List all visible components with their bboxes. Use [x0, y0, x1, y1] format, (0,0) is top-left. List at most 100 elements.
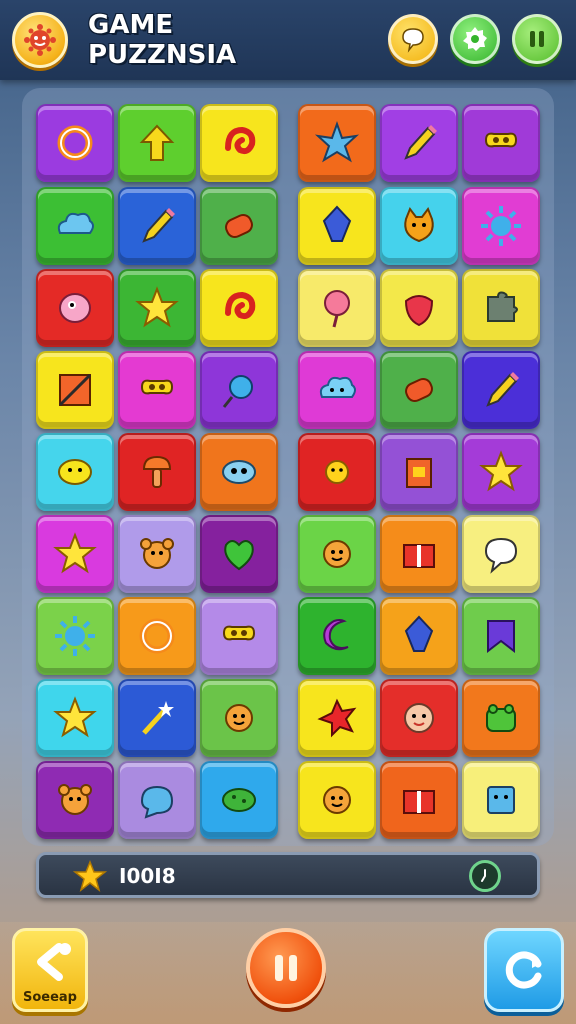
game-tile[interactable] — [462, 679, 540, 757]
splat-icon — [317, 698, 357, 738]
pickle-icon — [222, 788, 256, 812]
star-icon — [73, 860, 107, 892]
game-tile[interactable] — [36, 761, 114, 839]
pencil-icon — [404, 125, 437, 160]
game-tile[interactable] — [462, 761, 540, 839]
pause-button[interactable] — [512, 14, 562, 64]
game-tile[interactable] — [298, 104, 376, 182]
cloud-icon — [57, 212, 94, 234]
game-tile[interactable] — [298, 351, 376, 429]
chat-button[interactable] — [388, 14, 438, 64]
back-label: Soeeap — [22, 990, 77, 1005]
top-bar: GAME PUZZNSIA — [0, 0, 576, 80]
back-arrow-icon — [37, 943, 71, 981]
game-tile[interactable] — [380, 761, 458, 839]
sun-creature-icon[interactable] — [12, 12, 68, 68]
pencil-icon — [486, 372, 519, 407]
game-tile[interactable] — [200, 433, 278, 511]
game-tile[interactable] — [118, 269, 196, 347]
game-tile[interactable] — [380, 679, 458, 757]
game-tile[interactable] — [462, 351, 540, 429]
square-face-icon — [487, 786, 515, 814]
game-tile[interactable] — [36, 433, 114, 511]
game-tile[interactable] — [380, 104, 458, 182]
notebook-icon — [58, 373, 92, 407]
game-tile[interactable] — [298, 187, 376, 265]
game-tile[interactable] — [200, 597, 278, 675]
speech-bubble-icon — [402, 28, 424, 53]
game-tile[interactable] — [118, 597, 196, 675]
game-tile[interactable] — [380, 187, 458, 265]
settings-button[interactable] — [450, 14, 500, 64]
game-tile[interactable] — [380, 597, 458, 675]
game-tile[interactable] — [298, 515, 376, 593]
game-tile[interactable] — [298, 679, 376, 757]
game-tile[interactable] — [118, 433, 196, 511]
balloon-face-icon — [324, 290, 350, 328]
game-tile[interactable] — [118, 351, 196, 429]
crystal-icon — [404, 615, 434, 652]
gear-icon — [463, 27, 487, 51]
candy-icon — [405, 377, 433, 403]
game-tile[interactable] — [36, 597, 114, 675]
game-tile[interactable] — [200, 351, 278, 429]
back-button[interactable]: Soeeap — [12, 928, 88, 1012]
refresh-button[interactable] — [484, 928, 564, 1012]
game-tile[interactable] — [200, 187, 278, 265]
cat-face-icon — [404, 206, 434, 243]
game-tile[interactable] — [36, 104, 114, 182]
sun-icon — [55, 616, 95, 656]
game-tile[interactable] — [36, 269, 114, 347]
game-tile[interactable] — [118, 104, 196, 182]
main-pause-button[interactable] — [246, 928, 326, 1008]
game-tile[interactable] — [298, 269, 376, 347]
game-tile[interactable] — [36, 351, 114, 429]
ring-icon — [139, 618, 175, 654]
clock-icon[interactable] — [469, 860, 501, 892]
arrow-up-icon — [139, 124, 175, 161]
star-burst-icon — [314, 121, 360, 163]
refresh-icon — [505, 951, 542, 989]
strawberry-face-icon — [404, 295, 434, 327]
game-tile[interactable] — [462, 104, 540, 182]
game-tile[interactable] — [200, 679, 278, 757]
game-tile[interactable] — [462, 187, 540, 265]
game-tile[interactable] — [36, 515, 114, 593]
game-tile[interactable] — [380, 269, 458, 347]
game-tile[interactable] — [36, 187, 114, 265]
game-tile[interactable] — [380, 351, 458, 429]
game-tile[interactable] — [118, 761, 196, 839]
bear-face-icon — [140, 538, 174, 569]
gift-box-icon — [403, 544, 435, 568]
pause-icon — [275, 955, 297, 981]
title-line-2: PUZZNSIA — [88, 40, 237, 70]
game-tile[interactable] — [462, 269, 540, 347]
game-tile[interactable] — [298, 597, 376, 675]
game-tile[interactable] — [298, 761, 376, 839]
game-tile[interactable] — [462, 515, 540, 593]
game-tile[interactable] — [462, 433, 540, 511]
bear-face-icon — [58, 784, 92, 815]
puzzle-piece-icon — [487, 291, 518, 322]
smile-blob-icon — [58, 459, 92, 485]
game-tile[interactable] — [200, 761, 278, 839]
game-tile[interactable] — [118, 515, 196, 593]
game-tile[interactable] — [200, 269, 278, 347]
game-tile[interactable] — [380, 433, 458, 511]
game-tile[interactable] — [380, 515, 458, 593]
fish-face-icon — [222, 460, 256, 484]
gift-box-icon — [403, 790, 435, 814]
game-tile[interactable] — [462, 597, 540, 675]
sun-face-icon — [325, 460, 349, 484]
star-icon — [53, 532, 97, 574]
sun-icon — [481, 206, 521, 246]
game-tile[interactable] — [200, 104, 278, 182]
game-tile[interactable] — [36, 679, 114, 757]
game-tile[interactable] — [118, 679, 196, 757]
pencil-icon — [142, 208, 175, 243]
game-tile[interactable] — [298, 433, 376, 511]
game-tile[interactable] — [118, 187, 196, 265]
score-value: I00I8 — [119, 864, 176, 888]
game-tile[interactable] — [200, 515, 278, 593]
magic-wand-icon — [142, 701, 174, 735]
